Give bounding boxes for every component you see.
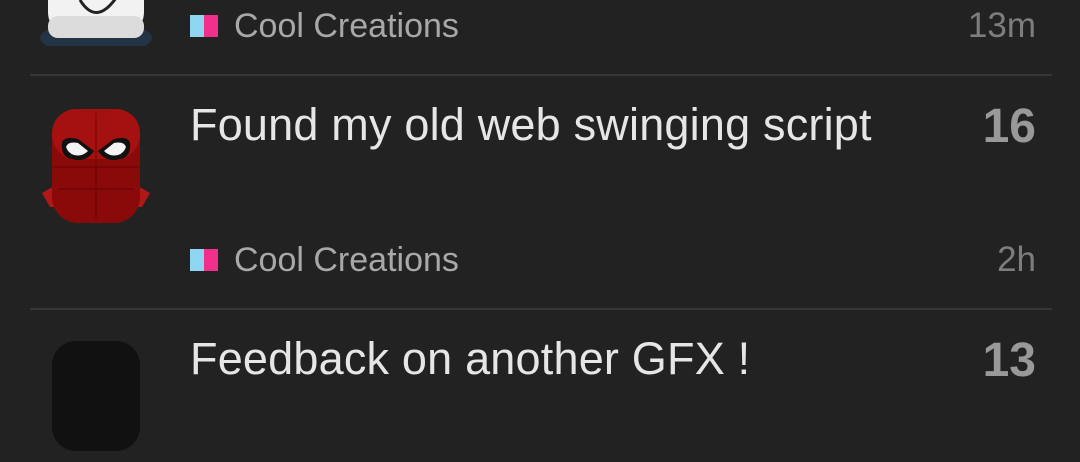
topic-age: 13m	[967, 6, 1036, 45]
topic-row[interactable]: Feedback on another GFX ! 13	[0, 310, 1080, 451]
topic-category[interactable]: Cool Creations	[190, 8, 459, 44]
reply-count: 13	[982, 334, 1036, 387]
white-robloxian-head-avatar-icon	[40, 0, 152, 54]
reply-count: 16	[982, 100, 1036, 153]
topic-title[interactable]: Feedback on another GFX !	[190, 330, 910, 388]
avatar[interactable]	[38, 0, 154, 54]
topic-category[interactable]: Cool Creations	[190, 242, 459, 278]
topic-row[interactable]: Cool Creations 13m	[0, 0, 1080, 76]
topic-age: 2h	[997, 240, 1036, 279]
category-name: Cool Creations	[234, 7, 459, 45]
category-name: Cool Creations	[234, 241, 459, 279]
red-spider-mask-avatar-icon	[42, 109, 150, 223]
category-badge-icon	[190, 15, 218, 37]
category-badge-icon	[190, 249, 218, 271]
avatar[interactable]	[38, 341, 154, 457]
topic-title[interactable]: Found my old web swinging script	[190, 96, 910, 154]
avatar[interactable]	[38, 107, 154, 223]
topic-row[interactable]: Found my old web swinging script 16 Cool…	[0, 76, 1080, 308]
black-masked-avatar-icon	[52, 341, 140, 451]
